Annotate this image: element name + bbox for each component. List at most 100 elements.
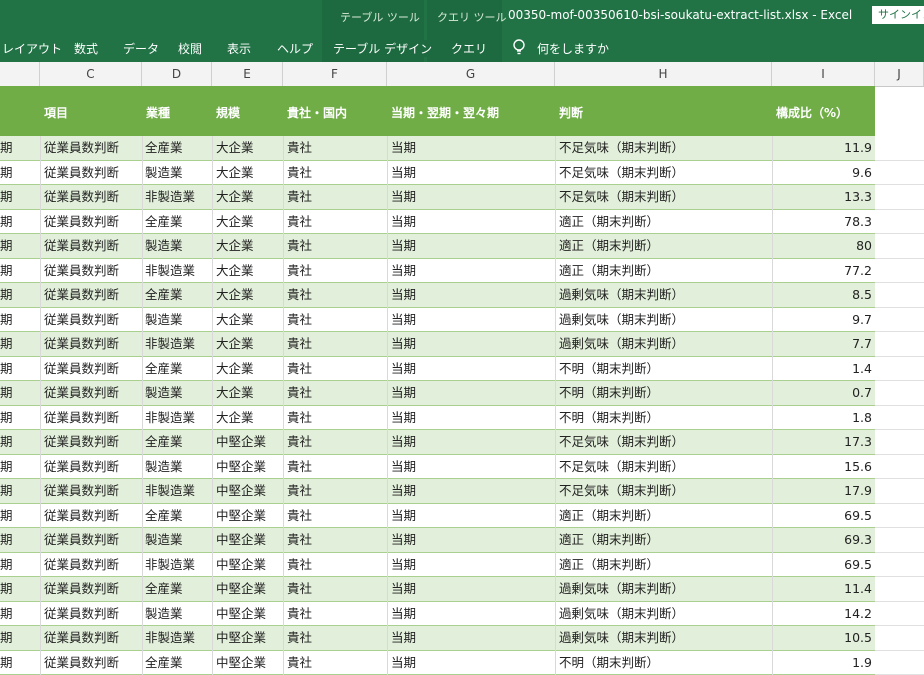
cell-item[interactable]: 従業員数判断 [40,161,142,186]
cell-judgment[interactable]: 適正（期末判断） [555,553,772,578]
cell-scope[interactable]: 貴社 [283,577,387,602]
cell-judgment[interactable]: 適正（期末判断） [555,210,772,235]
cell-ratio[interactable]: 13.3 [772,185,875,210]
cell-period[interactable]: 当期 [387,626,555,651]
cell-scope[interactable]: 貴社 [283,283,387,308]
cell-j[interactable] [875,357,924,382]
cell-industry[interactable]: 全産業 [142,504,212,529]
cell-ratio[interactable]: 17.3 [772,430,875,455]
cell-b[interactable]: 期 [0,259,38,284]
cell-scale[interactable]: 中堅企業 [212,577,283,602]
cell-item[interactable]: 従業員数判断 [40,357,142,382]
cell-item[interactable]: 従業員数判断 [40,259,142,284]
cell-scale[interactable]: 中堅企業 [212,504,283,529]
cell-b[interactable]: 期 [0,528,38,553]
cell-industry[interactable]: 全産業 [142,136,212,161]
cell-b[interactable]: 期 [0,283,38,308]
cell-item[interactable]: 従業員数判断 [40,626,142,651]
cell-scope[interactable]: 貴社 [283,381,387,406]
cell-scale[interactable]: 大企業 [212,259,283,284]
cell-ratio[interactable]: 77.2 [772,259,875,284]
cell-industry[interactable]: 全産業 [142,577,212,602]
tab-review[interactable]: 校閲 [178,40,202,57]
cell-scale[interactable]: 大企業 [212,283,283,308]
cell-ratio[interactable]: 80 [772,234,875,259]
cell-ratio[interactable]: 11.9 [772,136,875,161]
cell-judgment[interactable]: 過剰気味（期末判断） [555,626,772,651]
cell-j[interactable] [875,332,924,357]
cell-scope[interactable]: 貴社 [283,528,387,553]
cell-scale[interactable]: 大企業 [212,332,283,357]
cell-ratio[interactable]: 9.6 [772,161,875,186]
cell-judgment[interactable]: 過剰気味（期末判断） [555,602,772,627]
cell-scope[interactable]: 貴社 [283,504,387,529]
cell-j[interactable] [875,577,924,602]
cell-item[interactable]: 従業員数判断 [40,406,142,431]
cell-scale[interactable]: 大企業 [212,357,283,382]
cell-industry[interactable]: 全産業 [142,283,212,308]
cell-ratio[interactable]: 17.9 [772,479,875,504]
tab-table-design[interactable]: テーブル デザイン [333,40,432,57]
cell-ratio[interactable]: 10.5 [772,626,875,651]
cell-scope[interactable]: 貴社 [283,455,387,480]
column-header-d[interactable]: D [142,62,212,86]
cell-ratio[interactable]: 15.6 [772,455,875,480]
cell-item[interactable]: 従業員数判断 [40,136,142,161]
cell-j[interactable] [875,259,924,284]
tab-help[interactable]: ヘルプ [277,40,313,57]
cell-period[interactable]: 当期 [387,479,555,504]
cell-period[interactable]: 当期 [387,332,555,357]
cell-judgment[interactable]: 不明（期末判断） [555,357,772,382]
cell-ratio[interactable]: 69.5 [772,504,875,529]
cell-period[interactable]: 当期 [387,406,555,431]
cell-judgment[interactable]: 過剰気味（期末判断） [555,283,772,308]
cell-b[interactable]: 期 [0,651,38,675]
cell-industry[interactable]: 非製造業 [142,332,212,357]
column-header-h[interactable]: H [555,62,772,86]
cell-item[interactable]: 従業員数判断 [40,577,142,602]
cell-scale[interactable]: 大企業 [212,161,283,186]
cell-period[interactable]: 当期 [387,651,555,675]
cell-industry[interactable]: 非製造業 [142,185,212,210]
cell-b[interactable]: 期 [0,357,38,382]
cell-industry[interactable]: 全産業 [142,651,212,675]
cell-b[interactable]: 期 [0,479,38,504]
cell-judgment[interactable]: 不足気味（期末判断） [555,455,772,480]
cell-j[interactable] [875,406,924,431]
cell-b[interactable]: 期 [0,185,38,210]
column-header-e[interactable]: E [212,62,283,86]
cell-industry[interactable]: 製造業 [142,381,212,406]
cell-scope[interactable]: 貴社 [283,234,387,259]
cell-industry[interactable]: 非製造業 [142,626,212,651]
cell-judgment[interactable]: 不足気味（期末判断） [555,430,772,455]
cell-scale[interactable]: 大企業 [212,406,283,431]
cell-b[interactable]: 期 [0,161,38,186]
cell-scale[interactable]: 中堅企業 [212,602,283,627]
cell-period[interactable]: 当期 [387,357,555,382]
cell-ratio[interactable]: 1.4 [772,357,875,382]
cell-item[interactable]: 従業員数判断 [40,283,142,308]
cell-scale[interactable]: 中堅企業 [212,528,283,553]
cell-period[interactable]: 当期 [387,577,555,602]
cell-b[interactable]: 期 [0,577,38,602]
tab-formulas[interactable]: 数式 [74,40,98,57]
cell-judgment[interactable]: 適正（期末判断） [555,528,772,553]
cell-period[interactable]: 当期 [387,185,555,210]
cell-j[interactable] [875,136,924,161]
cell-industry[interactable]: 製造業 [142,234,212,259]
cell-period[interactable]: 当期 [387,455,555,480]
cell-scale[interactable]: 中堅企業 [212,455,283,480]
cell-scale[interactable]: 大企業 [212,308,283,333]
cell-item[interactable]: 従業員数判断 [40,234,142,259]
cell-scale[interactable]: 中堅企業 [212,626,283,651]
column-header-b[interactable] [0,62,40,86]
cell-scope[interactable]: 貴社 [283,357,387,382]
cell-judgment[interactable]: 不足気味（期末判断） [555,479,772,504]
cell-judgment[interactable]: 不足気味（期末判断） [555,136,772,161]
cell-period[interactable]: 当期 [387,553,555,578]
cell-judgment[interactable]: 不明（期末判断） [555,651,772,675]
cell-item[interactable]: 従業員数判断 [40,332,142,357]
cell-j[interactable] [875,210,924,235]
header-scale[interactable]: 規模 [216,104,240,121]
cell-scale[interactable]: 中堅企業 [212,651,283,675]
